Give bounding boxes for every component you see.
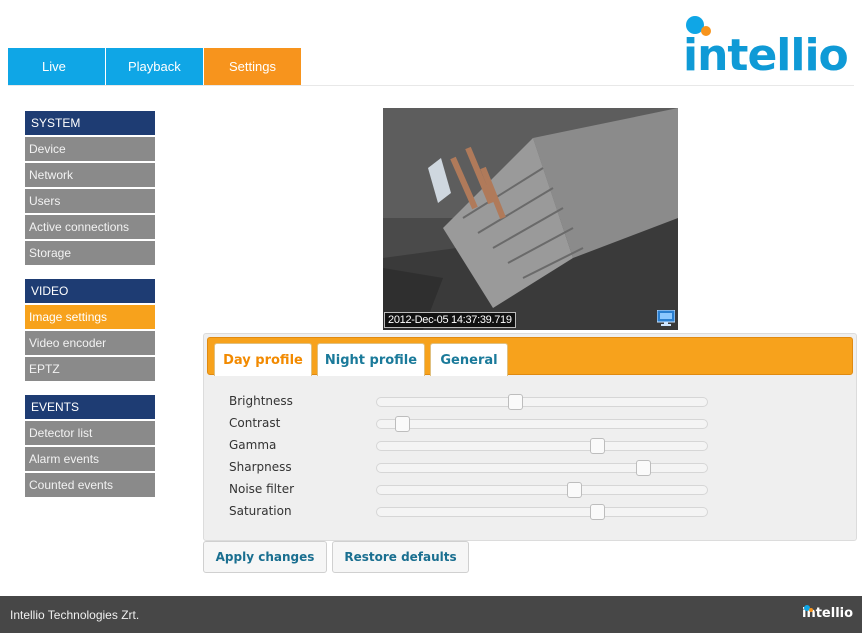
slider-row-saturation: Saturation (229, 502, 729, 522)
sidebar-item-active-connections[interactable]: Active connections (25, 215, 155, 239)
slider-handle[interactable] (395, 416, 411, 432)
sidebar-item-video-encoder[interactable]: Video encoder (25, 331, 155, 355)
sharpness-slider[interactable] (376, 460, 708, 476)
saturation-slider[interactable] (376, 504, 708, 520)
camera-video-preview[interactable]: 2012-Dec-05 14:37:39.719 (383, 108, 678, 330)
slider-label: Sharpness (229, 460, 292, 474)
footer-company-name: Intellio Technologies Zrt. (10, 608, 140, 622)
slider-handle[interactable] (567, 482, 582, 498)
sidebar-header-system: SYSTEM (25, 111, 155, 135)
nav-divider (8, 85, 854, 86)
tab-day-profile[interactable]: Day profile (214, 343, 312, 376)
slider-row-contrast: Contrast (229, 414, 729, 434)
image-settings-panel: Day profile Night profile General Bright… (203, 333, 857, 541)
tab-night-profile[interactable]: Night profile (317, 343, 425, 376)
footer-logo-dot-orange (809, 608, 813, 612)
gamma-slider[interactable] (376, 438, 708, 454)
slider-handle[interactable] (590, 438, 606, 454)
page-footer: Intellio Technologies Zrt. intellio (0, 596, 862, 633)
slider-label: Contrast (229, 416, 281, 430)
footer-logo: intellio (802, 604, 853, 626)
noise-filter-slider[interactable] (376, 482, 708, 498)
slider-handle[interactable] (636, 460, 652, 476)
settings-sidebar: SYSTEM Device Network Users Active conne… (25, 111, 155, 499)
sidebar-header-events: EVENTS (25, 395, 155, 419)
slider-label: Saturation (229, 504, 292, 518)
sidebar-item-alarm-events[interactable]: Alarm events (25, 447, 155, 471)
nav-tab-settings[interactable]: Settings (204, 48, 302, 85)
intellio-logo: intellio (683, 14, 858, 84)
sidebar-item-device[interactable]: Device (25, 137, 155, 161)
nav-tab-live[interactable]: Live (8, 48, 106, 85)
camera-scene (383, 108, 678, 330)
sidebar-header-video: VIDEO (25, 279, 155, 303)
slider-row-noise-filter: Noise filter (229, 480, 729, 500)
sidebar-item-users[interactable]: Users (25, 189, 155, 213)
slider-label: Noise filter (229, 482, 295, 496)
logo-dot-orange (701, 26, 711, 36)
slider-row-sharpness: Sharpness (229, 458, 729, 478)
nav-tab-playback[interactable]: Playback (106, 48, 204, 85)
sidebar-item-counted-events[interactable]: Counted events (25, 473, 155, 497)
tab-general[interactable]: General (430, 343, 508, 376)
slider-handle[interactable] (507, 394, 523, 410)
profile-tab-bar: Day profile Night profile General (207, 337, 853, 376)
apply-changes-button[interactable]: Apply changes (203, 541, 327, 573)
sidebar-item-eptz[interactable]: EPTZ (25, 357, 155, 381)
logo-wordmark: intellio (683, 30, 849, 81)
restore-defaults-button[interactable]: Restore defaults (332, 541, 469, 573)
video-timestamp: 2012-Dec-05 14:37:39.719 (384, 312, 516, 328)
slider-label: Brightness (229, 394, 293, 408)
contrast-slider[interactable] (376, 416, 708, 432)
sidebar-item-storage[interactable]: Storage (25, 241, 155, 265)
slider-row-brightness: Brightness (229, 392, 729, 412)
slider-label: Gamma (229, 438, 277, 452)
top-navigation: Live Playback Settings (8, 48, 302, 85)
sidebar-item-network[interactable]: Network (25, 163, 155, 187)
sidebar-item-image-settings[interactable]: Image settings (25, 305, 155, 329)
brightness-slider[interactable] (376, 394, 708, 410)
sidebar-item-detector-list[interactable]: Detector list (25, 421, 155, 445)
monitor-icon[interactable] (657, 310, 675, 326)
slider-row-gamma: Gamma (229, 436, 729, 456)
slider-handle[interactable] (590, 504, 606, 520)
